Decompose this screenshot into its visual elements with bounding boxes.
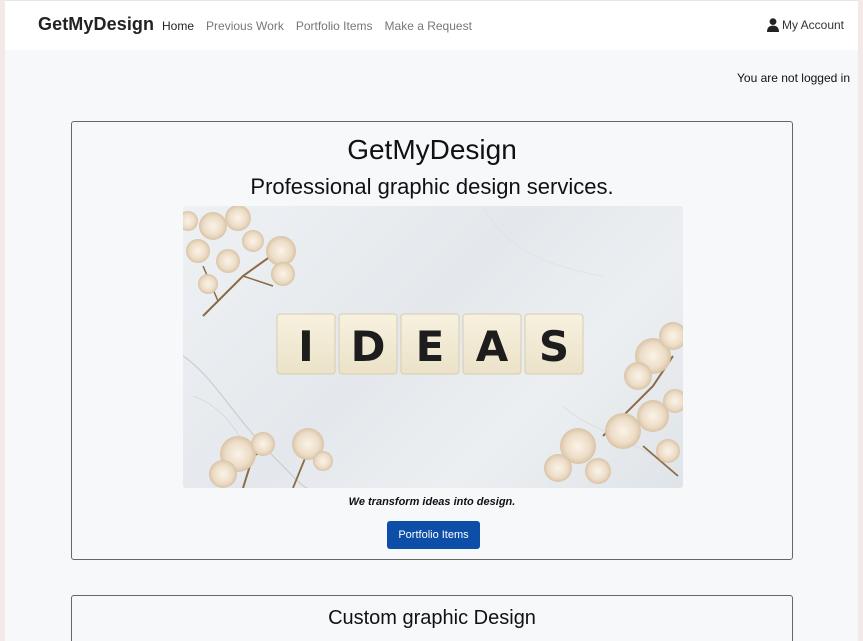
tile-letter-5: S — [539, 322, 569, 371]
tile-letter-2: D — [351, 322, 386, 371]
hero-title: GetMyDesign — [347, 134, 517, 165]
tile-letter-1: I — [298, 322, 314, 371]
hero-card: GetMyDesign Professional graphic design … — [71, 121, 793, 560]
nav-link-make-a-request[interactable]: Make a Request — [385, 19, 472, 33]
ideas-tiles: I D E A S — [276, 313, 584, 375]
user-icon — [766, 18, 779, 32]
hero-caption: We transform ideas into design. — [348, 496, 516, 508]
flowers-bottom-left — [209, 428, 333, 488]
flowers-top-left — [183, 206, 296, 317]
portfolio-items-button[interactable]: Portfolio Items — [387, 521, 480, 549]
navbar: GetMyDesign Home Previous Work Portfolio… — [5, 0, 858, 50]
services-title: Custom graphic Design — [328, 607, 536, 629]
nav-links: Home Previous Work Portfolio Items Make … — [162, 19, 472, 33]
nav-link-previous-work[interactable]: Previous Work — [206, 19, 284, 33]
tile-letter-4: A — [476, 322, 509, 371]
brand-logo[interactable]: GetMyDesign — [38, 14, 154, 35]
tile-letter-3: E — [416, 322, 445, 371]
hero-image: I D E A S — [183, 206, 683, 488]
login-status: You are not logged in — [737, 71, 850, 85]
nav-link-portfolio-items[interactable]: Portfolio Items — [296, 19, 373, 33]
nav-link-home[interactable]: Home — [162, 19, 194, 33]
my-account-link[interactable]: My Account — [766, 18, 844, 32]
my-account-label: My Account — [781, 18, 844, 32]
services-card: Custom graphic Design — [71, 595, 793, 641]
page: GetMyDesign Home Previous Work Portfolio… — [5, 0, 858, 641]
hero-subtitle: Professional graphic design services. — [250, 174, 614, 199]
